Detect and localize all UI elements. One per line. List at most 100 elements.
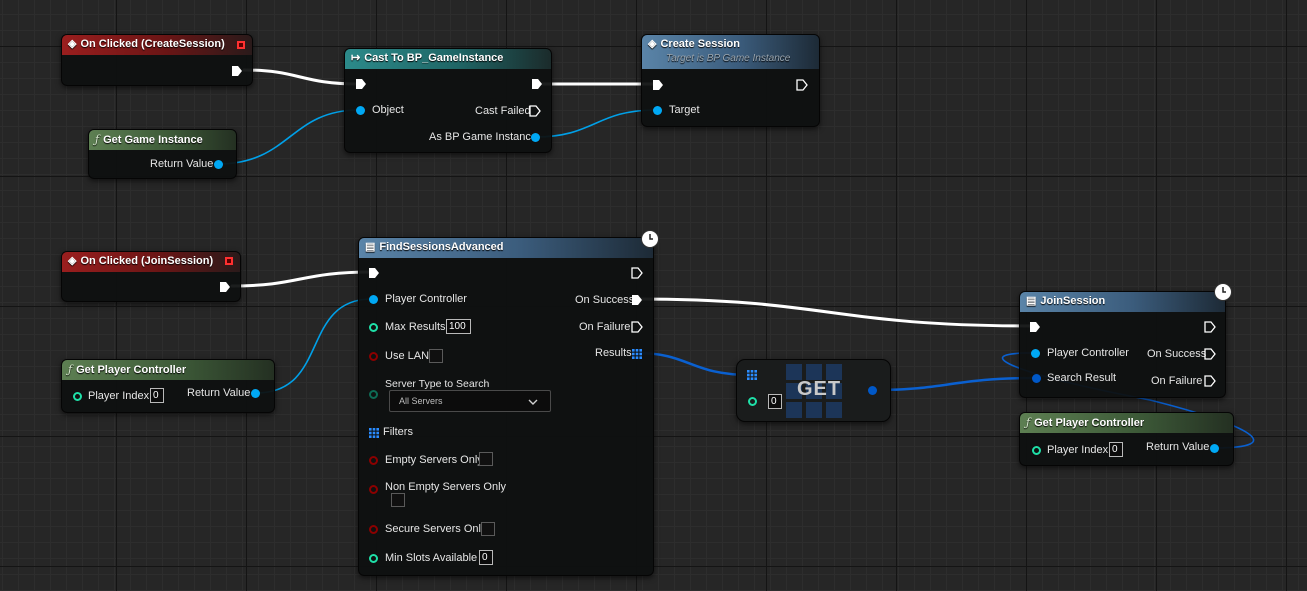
on-failure-exec-pin[interactable] bbox=[631, 321, 643, 333]
use-lan-checkbox[interactable] bbox=[429, 349, 443, 363]
exec-input-pin[interactable] bbox=[355, 78, 367, 90]
async-node-header: ▤ FindSessionsAdvanced bbox=[359, 238, 653, 258]
filters-label: Filters bbox=[383, 426, 413, 438]
secure-servers-checkbox[interactable] bbox=[481, 522, 495, 536]
player-index-pin[interactable] bbox=[1032, 446, 1041, 455]
exec-output-pin[interactable] bbox=[631, 267, 643, 279]
async-node-find-sessions-advanced[interactable]: ▤ FindSessionsAdvanced Player Controller … bbox=[358, 230, 659, 576]
exec-input-pin[interactable] bbox=[652, 79, 664, 91]
as-bp-game-instance-label: As BP Game Instance bbox=[429, 131, 538, 143]
player-controller-pin[interactable] bbox=[1031, 349, 1040, 358]
event-diamond-icon: ◈ bbox=[68, 255, 77, 267]
get-node-title: GET bbox=[797, 378, 842, 400]
server-type-dropdown[interactable]: All Servers bbox=[389, 390, 551, 412]
event-node-header: ◈ On Clicked (JoinSession) bbox=[62, 252, 240, 272]
index-input-pin[interactable] bbox=[748, 397, 757, 406]
event-diamond-icon: ◈ bbox=[68, 38, 77, 50]
return-value-label: Return Value bbox=[187, 387, 251, 399]
function-icon: ƒ bbox=[1026, 416, 1031, 429]
wire-results-to-get bbox=[635, 351, 753, 377]
filters-struct-icon bbox=[369, 428, 379, 438]
on-failure-exec-pin[interactable] bbox=[1204, 375, 1216, 387]
wire-as-bp-to-target bbox=[534, 109, 657, 138]
pure-node-get-player-controller[interactable]: ƒ Get Player Controller Player Index 0 Re… bbox=[61, 359, 275, 413]
on-failure-label: On Failure bbox=[579, 321, 631, 333]
exec-output-pin[interactable] bbox=[531, 78, 543, 90]
event-node-title: On Clicked (CreateSession) bbox=[80, 38, 225, 50]
return-value-pin[interactable] bbox=[214, 160, 223, 169]
max-results-pin[interactable] bbox=[369, 323, 378, 332]
pure-node-header: ƒ Get Game Instance bbox=[89, 130, 236, 150]
cast-node[interactable]: ↦ Cast To BP_GameInstance Object Cast Fai… bbox=[344, 48, 552, 153]
min-slots-label: Min Slots Available bbox=[385, 552, 478, 564]
array-input-pin[interactable] bbox=[747, 370, 757, 380]
event-node-join-session[interactable]: ◈ On Clicked (JoinSession) bbox=[61, 251, 241, 302]
exec-input-pin[interactable] bbox=[368, 267, 380, 279]
cast-arrow-icon: ↦ bbox=[351, 52, 361, 64]
cast-failed-label: Cast Failed bbox=[475, 105, 531, 117]
function-node-subtitle: Target is BP Game Instance bbox=[666, 53, 791, 64]
secure-servers-pin[interactable] bbox=[369, 525, 378, 534]
function-node-header: ◈ Create Session Target is BP Game Instan… bbox=[642, 35, 819, 69]
target-input-pin[interactable] bbox=[653, 106, 662, 115]
use-lan-pin[interactable] bbox=[369, 352, 378, 361]
return-value-pin[interactable] bbox=[251, 389, 260, 398]
async-node-header: ▤ JoinSession bbox=[1020, 292, 1225, 312]
pure-node-title: Get Player Controller bbox=[76, 364, 187, 376]
player-controller-label: Player Controller bbox=[1047, 347, 1129, 359]
pure-node-get-player-controller-2[interactable]: ƒ Get Player Controller Player Index 0 Re… bbox=[1019, 412, 1234, 466]
on-success-exec-pin[interactable] bbox=[631, 294, 643, 306]
empty-servers-pin[interactable] bbox=[369, 456, 378, 465]
exec-output-pin[interactable] bbox=[219, 281, 231, 293]
event-node-create-session[interactable]: ◈ On Clicked (CreateSession) bbox=[61, 34, 253, 86]
latent-clock-icon bbox=[1214, 283, 1232, 301]
return-value-label: Return Value bbox=[150, 158, 214, 170]
exec-input-pin[interactable] bbox=[1029, 321, 1041, 333]
player-index-input[interactable]: 0 bbox=[150, 388, 164, 403]
on-success-label: On Success bbox=[575, 294, 635, 306]
function-node-title: Create Session bbox=[660, 38, 740, 50]
on-success-exec-pin[interactable] bbox=[1204, 348, 1216, 360]
max-results-input[interactable]: 100 bbox=[446, 319, 471, 334]
pure-node-header: ƒ Get Player Controller bbox=[1020, 413, 1233, 433]
results-array-pin[interactable] bbox=[632, 349, 642, 359]
latent-clock-icon bbox=[641, 230, 659, 248]
array-get-node[interactable]: GET 0 bbox=[736, 359, 891, 422]
cast-failed-exec-pin[interactable] bbox=[529, 105, 541, 117]
function-node-create-session[interactable]: ◈ Create Session Target is BP Game Instan… bbox=[641, 34, 820, 127]
exec-output-pin[interactable] bbox=[231, 65, 243, 77]
min-slots-pin[interactable] bbox=[369, 554, 378, 563]
max-results-label: Max Results bbox=[385, 321, 446, 333]
item-output-pin[interactable] bbox=[868, 386, 877, 395]
as-bp-game-instance-pin[interactable] bbox=[531, 133, 540, 142]
non-empty-servers-label: Non Empty Servers Only bbox=[385, 481, 507, 493]
player-controller-pin[interactable] bbox=[369, 295, 378, 304]
player-index-pin[interactable] bbox=[73, 392, 82, 401]
return-value-pin[interactable] bbox=[1210, 444, 1219, 453]
empty-servers-checkbox[interactable] bbox=[479, 452, 493, 466]
exec-output-pin[interactable] bbox=[1204, 321, 1216, 333]
non-empty-servers-checkbox[interactable] bbox=[391, 493, 405, 507]
server-type-pin[interactable] bbox=[369, 390, 378, 399]
function-diamond-icon: ◈ bbox=[648, 38, 657, 50]
function-window-icon: ▤ bbox=[1026, 295, 1037, 307]
object-input-pin[interactable] bbox=[356, 106, 365, 115]
delegate-stop-icon bbox=[237, 41, 245, 49]
wire-game-instance-to-object bbox=[217, 109, 360, 165]
player-index-label: Player Index bbox=[88, 390, 150, 402]
non-empty-servers-pin[interactable] bbox=[369, 485, 378, 494]
player-index-input[interactable]: 0 bbox=[1109, 442, 1123, 457]
async-node-join-session[interactable]: ▤ JoinSession Player Controller On Succes… bbox=[1019, 283, 1232, 398]
index-input[interactable]: 0 bbox=[768, 394, 782, 409]
exec-wire-success-to-join bbox=[634, 297, 1036, 328]
player-controller-label: Player Controller bbox=[385, 293, 467, 305]
chevron-down-icon bbox=[528, 399, 538, 405]
pure-node-get-game-instance[interactable]: ƒ Get Game Instance Return Value bbox=[88, 129, 237, 179]
function-icon: ƒ bbox=[95, 133, 100, 146]
results-label: Results bbox=[595, 347, 632, 359]
on-failure-label: On Failure bbox=[1151, 375, 1203, 387]
server-type-value: All Servers bbox=[399, 396, 443, 406]
min-slots-input[interactable]: 0 bbox=[479, 550, 493, 565]
search-result-pin[interactable] bbox=[1032, 374, 1041, 383]
exec-output-pin[interactable] bbox=[796, 79, 808, 91]
